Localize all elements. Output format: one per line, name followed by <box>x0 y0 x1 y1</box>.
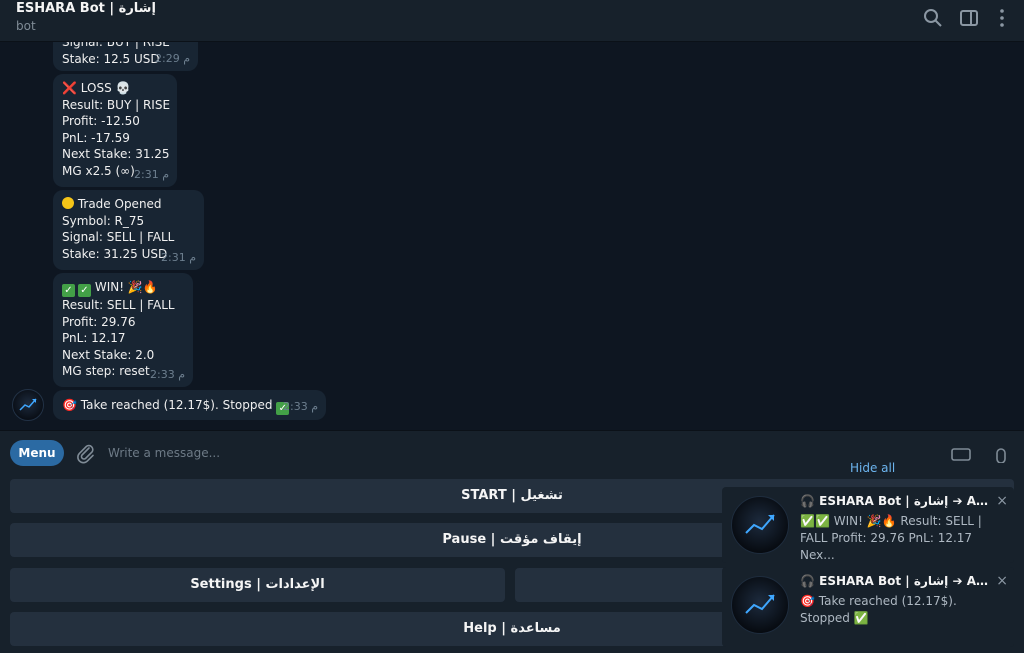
message-line: PnL: -17.59 <box>62 130 130 145</box>
message-line: Result: BUY | RISE <box>62 97 171 112</box>
bot-menu-button[interactable]: Menu <box>10 440 64 466</box>
message-input[interactable] <box>108 442 488 464</box>
search-icon[interactable] <box>921 6 945 30</box>
paperclip-icon[interactable] <box>74 442 96 464</box>
settings-button[interactable]: Settings | الإعدادات <box>10 568 505 602</box>
close-icon[interactable]: × <box>996 573 1008 589</box>
message-line: WIN! 🎉🔥 <box>94 280 158 294</box>
message-line: Trade Opened <box>77 197 162 211</box>
notification-title: 🎧 ESHARA Bot | إشارة ➔ Aboal... <box>800 574 996 588</box>
message-list[interactable]: Signal: BUY | RISE Stake: 12.5 USD 2:29 … <box>0 42 1024 430</box>
close-icon[interactable]: × <box>996 493 1008 509</box>
message-line: 🎯 Take reached (12.17$). Stopped <box>62 398 273 412</box>
message-line: Next Stake: 31.25 <box>62 147 170 162</box>
message-bubble[interactable]: Trade Opened Symbol: R_75 Signal: SELL |… <box>53 190 204 270</box>
hide-all-notifications-link[interactable]: Hide all <box>850 461 895 475</box>
message-line: PnL: 12.17 <box>62 331 126 346</box>
message-line: Profit: -12.50 <box>62 114 140 129</box>
message-bubble[interactable]: Signal: BUY | RISE Stake: 12.5 USD 2:29 … <box>53 42 198 71</box>
yellow-circle-icon <box>62 197 74 209</box>
microphone-icon[interactable] <box>990 441 1012 464</box>
message-line: LOSS 💀 <box>80 81 131 95</box>
message-line: Signal: BUY | RISE <box>62 42 170 49</box>
sidebar-toggle-icon[interactable] <box>957 6 981 30</box>
keyboard-icon[interactable] <box>950 441 972 463</box>
notification-title: 🎧 ESHARA Bot | إشارة ➔ Aboal... <box>800 494 996 508</box>
notification-toast[interactable]: 🎧 ESHARA Bot | إشارة ➔ Aboal... ✅✅ WIN! … <box>722 487 1014 563</box>
message-line: Result: SELL | FALL <box>62 298 175 312</box>
bot-avatar[interactable] <box>12 389 44 421</box>
message-time: 2:29 م <box>154 52 190 66</box>
more-options-icon[interactable] <box>990 6 1014 30</box>
check-mark-icon: ✓ <box>78 284 91 297</box>
chat-subtitle: bot <box>16 19 36 33</box>
message-time: 2:33 م <box>282 400 318 414</box>
message-line: Symbol: R_75 <box>62 213 145 228</box>
message-time: 2:31 م <box>160 251 196 265</box>
message-bubble[interactable]: ❌ LOSS 💀 Result: BUY | RISE Profit: -12.… <box>53 74 177 187</box>
chat-header: ESHARA Bot | إشارة bot <box>0 0 1024 42</box>
bot-avatar <box>731 576 789 634</box>
bot-avatar <box>731 496 789 554</box>
chat-title[interactable]: ESHARA Bot | إشارة <box>16 1 156 16</box>
notification-body: ✅✅ WIN! 🎉🔥 Result: SELL | FALL Profit: 2… <box>800 514 982 562</box>
message-bubble[interactable]: 🎯 Take reached (12.17$). Stopped ✓ 2:33 … <box>53 390 326 420</box>
cross-mark-icon: ❌ <box>62 81 77 95</box>
check-mark-icon: ✓ <box>62 284 75 297</box>
message-line: Signal: SELL | FALL <box>62 230 175 245</box>
message-time: 2:31 م <box>133 168 169 182</box>
message-line: Profit: 29.76 <box>62 314 136 329</box>
message-line: Next Stake: 2.0 <box>62 347 155 362</box>
notification-toast[interactable]: 🎧 ESHARA Bot | إشارة ➔ Aboal... 🎯 Take r… <box>722 567 1014 647</box>
message-bubble[interactable]: ✓ ✓ WIN! 🎉🔥 Result: SELL | FALL Profit: 2… <box>53 273 193 387</box>
message-time: 2:33 م <box>149 368 185 382</box>
notification-body: 🎯 Take reached (12.17$). Stopped ✅ <box>800 594 957 625</box>
